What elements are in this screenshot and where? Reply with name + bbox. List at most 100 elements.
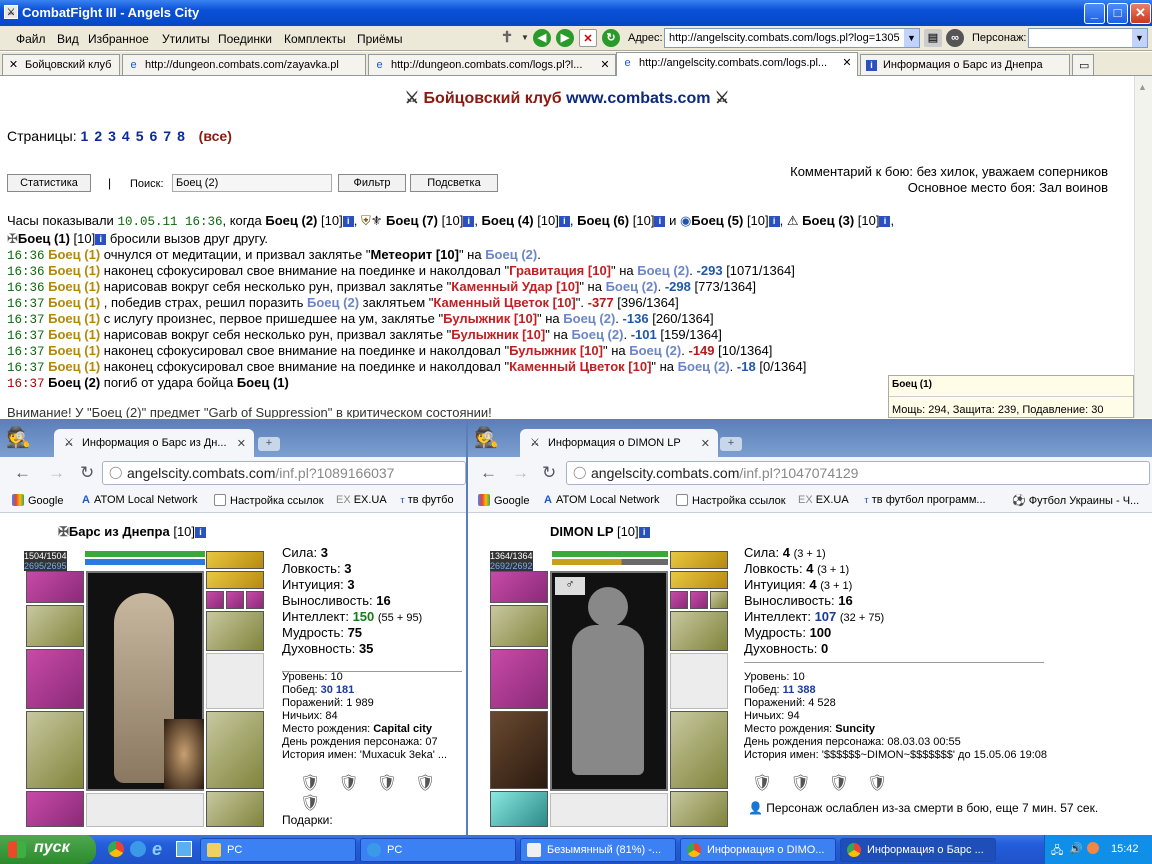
- site-link[interactable]: www.combats.com: [566, 90, 710, 107]
- equip-gloves[interactable]: [206, 611, 264, 651]
- fighter-name[interactable]: Боец (1): [237, 375, 289, 390]
- info-icon[interactable]: i: [654, 216, 666, 228]
- bookmark-ukraine[interactable]: ⚽ Футбол Украины - Ч...: [1012, 494, 1139, 507]
- menu-favorites[interactable]: Избранное: [88, 32, 149, 46]
- go-icon[interactable]: ▤: [924, 29, 942, 47]
- chevron-down-icon[interactable]: ▼: [904, 29, 919, 47]
- stats-button[interactable]: Статистика: [7, 174, 91, 192]
- equip-ring-2[interactable]: [690, 591, 708, 609]
- stop-icon[interactable]: ✕: [579, 29, 597, 47]
- info-icon[interactable]: i: [342, 216, 354, 228]
- new-tab-button[interactable]: ▭: [1072, 54, 1094, 75]
- page-link[interactable]: 5: [136, 128, 144, 144]
- reload-icon[interactable]: ↻: [80, 463, 94, 483]
- info-icon[interactable]: i: [195, 527, 207, 539]
- glasses-icon[interactable]: ∞: [946, 29, 964, 47]
- equip-earring[interactable]: [206, 551, 264, 569]
- fighter-name[interactable]: Боец (6): [577, 213, 629, 228]
- equip-ring-2[interactable]: [226, 591, 244, 609]
- equip-ring-1[interactable]: [206, 591, 224, 609]
- tab-dungeon-logs[interactable]: e http://dungeon.combats.com/logs.pl?l...…: [368, 54, 616, 75]
- forward-arrow-icon[interactable]: →: [48, 463, 65, 483]
- taskbar-item-pc-1[interactable]: PC: [200, 838, 356, 862]
- forward-icon[interactable]: ▶: [556, 29, 574, 47]
- chevron-down-icon[interactable]: ▼: [1132, 29, 1147, 47]
- omnibox[interactable]: ◯ angelscity.combats.com/inf.pl?10470741…: [566, 461, 1150, 485]
- omnibox[interactable]: ◯ angelscity.combats.com/inf.pl?10891660…: [102, 461, 466, 485]
- fighter-name[interactable]: Боец (2): [48, 375, 100, 390]
- scroll-up-icon[interactable]: ▲: [1138, 82, 1147, 92]
- target-name[interactable]: Боец (2): [629, 343, 681, 358]
- fighter-name[interactable]: Боец (1): [18, 231, 70, 246]
- equip-weapon[interactable]: [490, 649, 548, 709]
- network-icon[interactable]: 🖧: [1051, 842, 1063, 861]
- new-tab-button[interactable]: +: [720, 437, 742, 451]
- taskbar-item-paint[interactable]: Безымянный (81%) -...: [520, 838, 676, 862]
- fighter-name[interactable]: Боец (4): [482, 213, 534, 228]
- attacker-name[interactable]: Боец (1): [48, 279, 100, 294]
- target-name[interactable]: Боец (2): [606, 279, 658, 294]
- minimize-button[interactable]: _: [1084, 3, 1105, 24]
- bookmark-settings[interactable]: Настройка ссылок: [676, 494, 786, 507]
- target-name[interactable]: Боец (2): [307, 295, 359, 310]
- bookmark-football[interactable]: ⲧ тв футбол программ...: [864, 494, 986, 507]
- info-icon[interactable]: i: [768, 216, 780, 228]
- refresh-icon[interactable]: ↻: [602, 29, 620, 47]
- fighter-name[interactable]: Боец (5): [691, 213, 743, 228]
- bookmark-google[interactable]: Google: [478, 494, 529, 507]
- equip-amulet[interactable]: [206, 571, 264, 589]
- tab-angels-logs[interactable]: e http://angelscity.combats.com/logs.pl..…: [616, 52, 858, 76]
- close-tab-icon[interactable]: ✕: [701, 437, 710, 450]
- attacker-name[interactable]: Боец (1): [48, 263, 100, 278]
- equip-boots[interactable]: [670, 791, 728, 827]
- equip-bracers[interactable]: [490, 605, 548, 647]
- tab-info-bars[interactable]: i Информация о Барс из Днепра: [860, 54, 1070, 75]
- equip-belt[interactable]: [26, 791, 84, 827]
- fighter-name[interactable]: Боец (7): [386, 213, 438, 228]
- page-link[interactable]: 2: [94, 128, 102, 144]
- attacker-name[interactable]: Боец (1): [48, 247, 100, 262]
- equip-earring[interactable]: [670, 551, 728, 569]
- ie-quicklaunch-icon[interactable]: e: [152, 839, 162, 860]
- back-arrow-icon[interactable]: ←: [14, 463, 31, 483]
- info-icon[interactable]: i: [558, 216, 570, 228]
- equip-weapon[interactable]: [26, 649, 84, 709]
- equip-leggings[interactable]: [670, 711, 728, 789]
- equip-ring-3[interactable]: [246, 591, 264, 609]
- bookmark-exua[interactable]: EX EX.UA: [798, 494, 849, 506]
- target-name[interactable]: Боец (2): [678, 359, 730, 374]
- equip-ring-1[interactable]: [670, 591, 688, 609]
- reload-icon[interactable]: ↻: [542, 463, 556, 483]
- equip-boots[interactable]: [206, 791, 264, 827]
- maximize-button[interactable]: □: [1107, 3, 1128, 24]
- cross-icon[interactable]: ✝: [498, 29, 516, 47]
- back-icon[interactable]: ◀: [533, 29, 551, 47]
- info-icon[interactable]: i: [879, 216, 891, 228]
- address-input[interactable]: http://angelscity.combats.com/logs.pl?lo…: [664, 28, 920, 48]
- bookmark-settings[interactable]: Настройка ссылок: [214, 494, 324, 507]
- back-arrow-icon[interactable]: ←: [480, 463, 497, 483]
- bookmark-football[interactable]: ⲧ тв футбо: [400, 494, 454, 507]
- desktop-quicklaunch-icon[interactable]: [176, 841, 192, 857]
- page-link[interactable]: 7: [163, 128, 171, 144]
- taskbar-item-dimon[interactable]: Информация о DIMO...: [680, 838, 836, 862]
- equip-leggings[interactable]: [206, 711, 264, 789]
- filter-button[interactable]: Фильтр: [338, 174, 406, 192]
- empty-shield-slot[interactable]: [670, 653, 728, 709]
- close-button[interactable]: ✕: [1130, 3, 1151, 24]
- target-name[interactable]: Боец (2): [485, 247, 537, 262]
- tray-app-icon[interactable]: [1087, 842, 1099, 854]
- target-name[interactable]: Боец (2): [571, 327, 623, 342]
- fighter-name[interactable]: Боец (2): [265, 213, 317, 228]
- bookmark-atom[interactable]: A ATOM Local Network: [82, 494, 197, 506]
- menu-file[interactable]: Файл: [16, 32, 46, 46]
- fighter-name[interactable]: Боец (3): [802, 213, 854, 228]
- menu-techniques[interactable]: Приёмы: [357, 32, 403, 46]
- volume-icon[interactable]: 🔊: [1069, 842, 1083, 855]
- attacker-name[interactable]: Боец (1): [48, 295, 100, 310]
- target-name[interactable]: Боец (2): [563, 311, 615, 326]
- info-icon[interactable]: i: [638, 527, 650, 539]
- close-tab-icon[interactable]: ✕: [237, 437, 246, 450]
- equip-helm[interactable]: [26, 571, 84, 603]
- search-input[interactable]: Боец (2): [172, 174, 332, 192]
